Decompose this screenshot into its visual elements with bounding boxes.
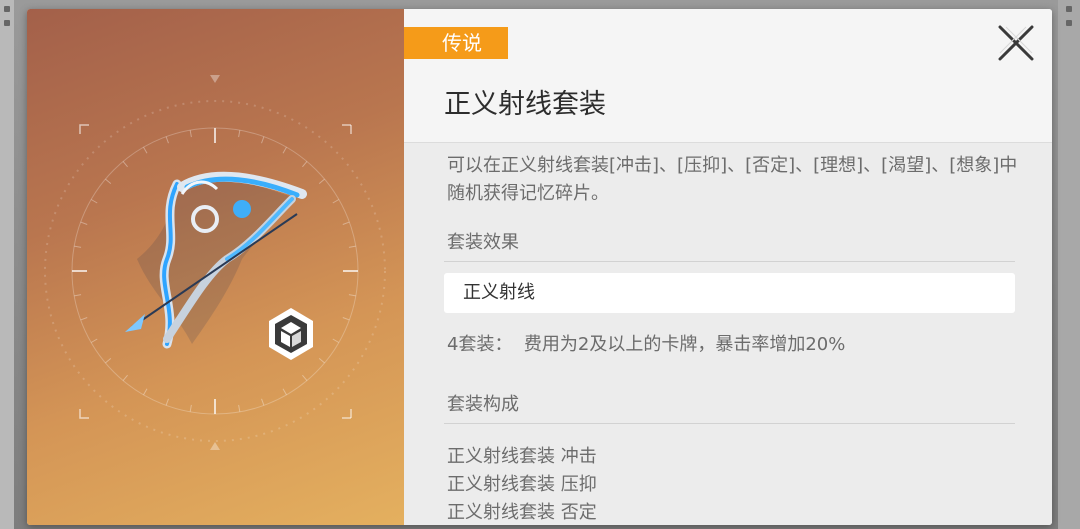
dial-tick	[238, 130, 241, 138]
rarity-badge: 传说	[404, 27, 508, 59]
set-effect-heading: 套装效果	[447, 232, 519, 253]
dial-tick	[302, 161, 308, 168]
dial-tick	[282, 146, 287, 154]
dial-tick	[122, 161, 128, 168]
grip-handle-top	[4, 6, 10, 12]
item-art-panel	[27, 9, 404, 525]
set-name: 正义射线	[463, 282, 535, 303]
dial-tick	[342, 221, 350, 225]
dial-tick	[143, 146, 148, 154]
dial-tick	[80, 317, 88, 321]
dial-tick	[348, 245, 356, 248]
right-edge	[1058, 0, 1080, 529]
dial-tick	[143, 388, 148, 396]
set-piece-item: 正义射线套装 冲击	[447, 446, 597, 467]
item-art-graphic	[44, 75, 386, 450]
set-name-box: 正义射线	[444, 273, 1015, 313]
dial-tick	[105, 358, 112, 364]
dial-top-marker	[210, 75, 220, 83]
close-button[interactable]	[996, 23, 1036, 63]
set-piece-item: 正义射线套装 否定	[447, 502, 597, 523]
dial-tick	[261, 398, 265, 406]
set-bonus-text: 费用为2及以上的卡牌，暴击率增加20%	[523, 334, 846, 355]
grip-handle-bottom-right	[1066, 20, 1072, 26]
dial-tick	[302, 374, 308, 381]
dial-tick	[332, 338, 340, 343]
item-detail-dialog: 传说 正义射线套装 可以在正义射线套装[冲击]、[压抑]、[否定]、[理想]、[…	[27, 9, 1052, 525]
item-description: 可以在正义射线套装[冲击]、[压抑]、[否定]、[理想]、[渴望]、[想象]中随…	[447, 155, 1018, 204]
cube-icon	[269, 308, 313, 360]
left-edge	[0, 0, 14, 529]
dial-tick	[74, 245, 82, 248]
set-effect-divider	[444, 261, 1015, 262]
set-bonus-row: 4套装： 费用为2及以上的卡牌，暴击率增加20%	[447, 333, 845, 357]
dial-tick	[90, 338, 98, 343]
dial-tick	[318, 178, 325, 184]
dial-tick	[165, 136, 169, 144]
dial-tick	[80, 221, 88, 225]
dial-bottom-marker	[210, 442, 220, 450]
item-title: 正义射线套装	[444, 89, 606, 120]
close-x-icon	[998, 25, 1034, 61]
dial-tick	[189, 130, 192, 138]
dial-tick	[342, 317, 350, 321]
grip-handle-bottom	[4, 20, 10, 26]
grip-handle-top-right	[1066, 6, 1072, 12]
dial-tick	[90, 199, 98, 204]
dial-tick	[122, 374, 128, 381]
dial-tick	[74, 294, 82, 297]
dial-tick	[261, 136, 265, 144]
dial-tick	[318, 358, 325, 364]
dial-tick	[189, 404, 192, 412]
dial-tick	[165, 398, 169, 406]
dial-tick	[105, 178, 112, 184]
dial-tick	[348, 294, 356, 297]
set-composition-divider	[444, 423, 1015, 424]
set-bonus-label: 4套装：	[447, 334, 513, 355]
set-piece-item: 正义射线套装 压抑	[447, 474, 597, 495]
dialog-header: 传说 正义射线套装	[404, 9, 1052, 143]
dialog-body[interactable]: 可以在正义射线套装[冲击]、[压抑]、[否定]、[理想]、[渴望]、[想象]中随…	[404, 143, 1052, 525]
dial-tick	[238, 404, 241, 412]
dial-tick	[282, 388, 287, 396]
dial-tick	[332, 199, 340, 204]
set-composition-heading: 套装构成	[447, 394, 519, 415]
